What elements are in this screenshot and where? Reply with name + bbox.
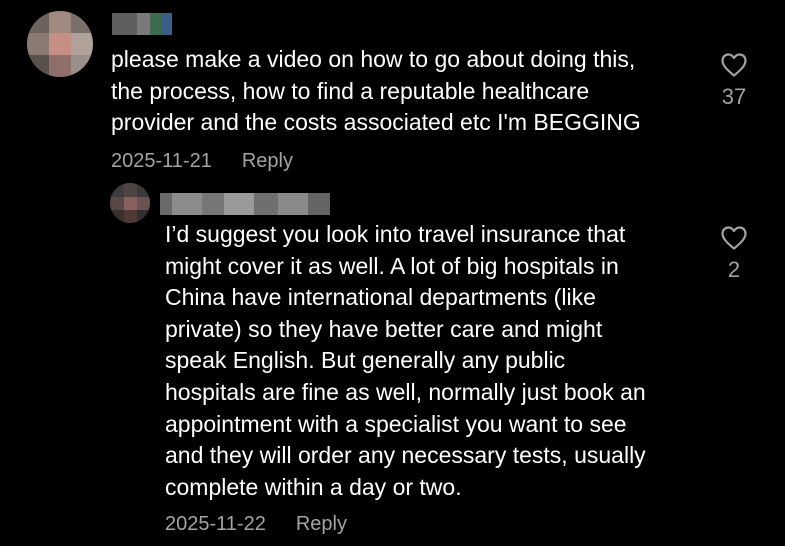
comment-text: please make a video on how to go about d…	[111, 46, 641, 136]
comment-meta: 2025-11-21 Reply	[111, 150, 293, 173]
like-button[interactable]: 2	[714, 225, 754, 283]
comment-text: I’d suggest you look into travel insuran…	[165, 221, 646, 500]
comment-date: 2025-11-22	[165, 513, 266, 535]
heart-outline-icon	[720, 225, 748, 251]
heart-outline-icon	[720, 52, 748, 78]
reply-button[interactable]: Reply	[296, 513, 347, 536]
like-button[interactable]: 37	[714, 52, 754, 110]
avatar[interactable]	[110, 183, 150, 223]
username[interactable]	[160, 193, 330, 215]
like-count: 2	[727, 257, 741, 282]
reply-button[interactable]: Reply	[242, 150, 293, 173]
comment-date: 2025-11-21	[111, 150, 212, 172]
comment-meta: 2025-11-22 Reply	[165, 513, 347, 536]
avatar[interactable]	[27, 11, 93, 77]
like-count: 37	[721, 84, 747, 109]
username[interactable]	[112, 13, 172, 35]
